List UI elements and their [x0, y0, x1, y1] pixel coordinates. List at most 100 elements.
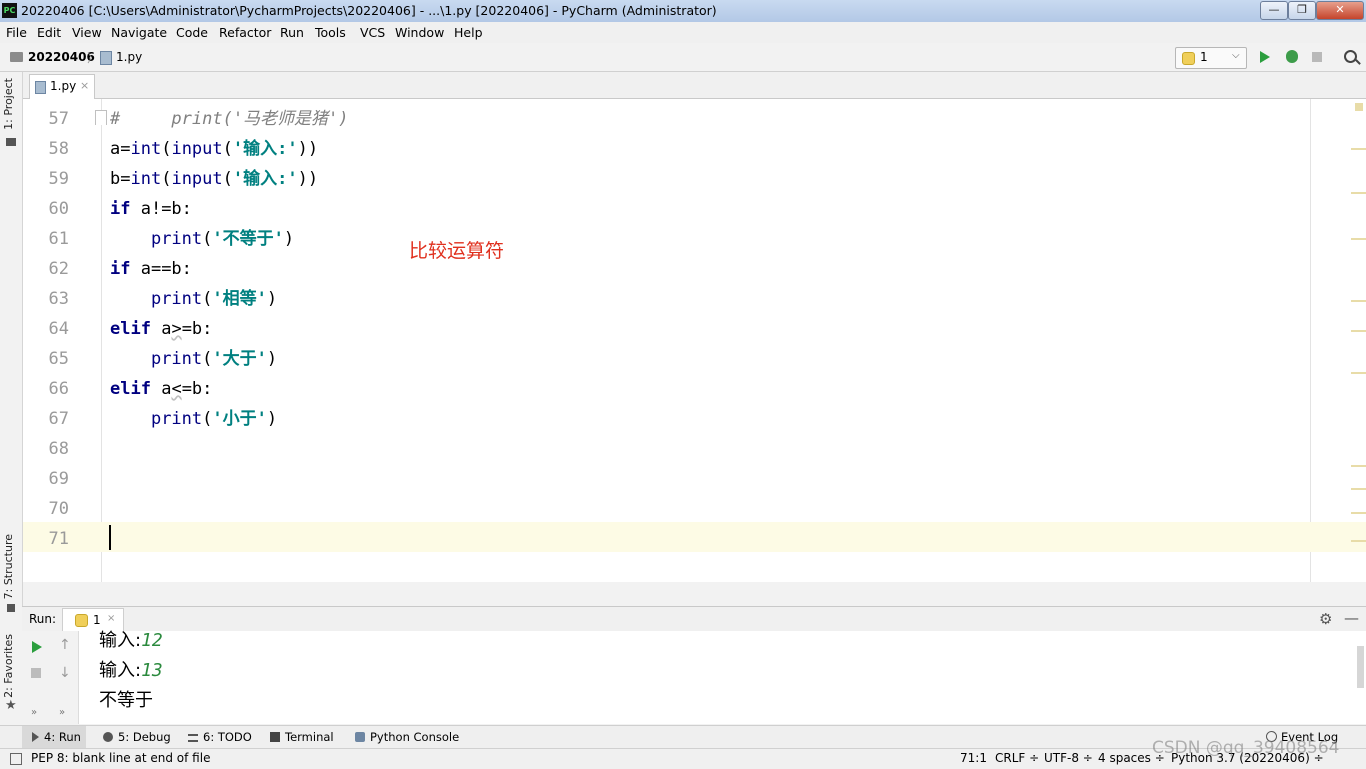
up-arrow-icon[interactable]: ↑ [59, 637, 71, 653]
code-token: ( [202, 289, 213, 309]
favorites-tool-tab[interactable]: 2: Favorites [2, 634, 15, 698]
code-token: print [150, 409, 203, 429]
gear-icon[interactable]: ⚙ [1319, 610, 1332, 628]
code-token: '相等' [212, 289, 267, 309]
folder-icon [10, 52, 23, 62]
tool-tab-todo[interactable]: 6: TODO [188, 726, 252, 748]
run-configuration-label: 1 [1200, 50, 1208, 64]
error-stripe-mark[interactable] [1351, 540, 1366, 542]
window-title: 20220406 [C:\Users\Administrator\Pycharm… [21, 3, 717, 18]
search-icon[interactable] [1344, 50, 1357, 63]
error-stripe-mark[interactable] [1351, 192, 1366, 194]
error-stripe-mark[interactable] [1351, 330, 1366, 332]
menu-view[interactable]: View [72, 25, 102, 40]
code-line: if a!=b: [110, 194, 192, 224]
tool-tab-debug[interactable]: 5: Debug [103, 726, 171, 748]
code-token: ( [202, 409, 213, 429]
menu-run[interactable]: Run [280, 25, 304, 40]
breadcrumb-file[interactable]: 1.py [116, 50, 142, 64]
project-tool-tab[interactable]: 1: Project [2, 78, 15, 130]
run-configuration-select[interactable]: 1 ⌵ [1175, 47, 1247, 69]
close-tab-icon[interactable]: × [80, 79, 89, 92]
code-line: if a==b: [110, 254, 192, 284]
run-toolbar-secondary: ↑ ↓ » [50, 631, 79, 724]
code-token: ( [202, 349, 213, 369]
rerun-icon[interactable] [32, 641, 42, 653]
tool-tab-run-label: 4: Run [44, 730, 81, 744]
line-number: 68 [48, 439, 69, 459]
code-token: > [171, 319, 182, 339]
line-number: 63 [48, 289, 69, 309]
code-token: '输入:' [232, 139, 298, 159]
run-icon [32, 732, 39, 742]
caret-position[interactable]: 71:1 [960, 751, 987, 765]
close-button[interactable]: ✕ [1316, 1, 1364, 20]
error-stripe-mark[interactable] [1351, 372, 1366, 374]
error-stripe-mark[interactable] [1351, 148, 1366, 150]
menu-tools[interactable]: Tools [315, 25, 346, 40]
menu-file[interactable]: File [6, 25, 27, 40]
run-panel-label: Run: [29, 612, 57, 626]
editor-tab-1py[interactable]: 1.py × [29, 74, 95, 99]
title-bar: PC 20220406 [C:\Users\Administrator\Pych… [0, 0, 1366, 23]
status-message: PEP 8: blank line at end of file [31, 751, 211, 765]
menu-code[interactable]: Code [176, 25, 208, 40]
more-actions-icon[interactable]: » [59, 707, 65, 718]
code-token: )) [297, 139, 319, 159]
menu-help[interactable]: Help [454, 25, 483, 40]
code-token: input [171, 169, 223, 189]
code-token: elif [110, 319, 151, 339]
error-stripe-mark[interactable] [1351, 488, 1366, 490]
down-arrow-icon[interactable]: ↓ [59, 665, 71, 681]
error-stripe-mark[interactable] [1351, 300, 1366, 302]
console-scrollbar[interactable] [1357, 646, 1364, 688]
menu-vcs[interactable]: VCS [360, 25, 385, 40]
error-stripe-mark[interactable] [1351, 465, 1366, 467]
code-token: =b: [181, 319, 213, 339]
debug-bug-icon[interactable] [1286, 50, 1298, 63]
error-stripe-mark[interactable] [1351, 512, 1366, 514]
code-token: if [110, 199, 131, 219]
project-folder-icon [6, 138, 16, 146]
close-tab-icon[interactable]: × [107, 613, 115, 624]
minimize-button[interactable]: — [1260, 1, 1288, 20]
tool-tab-todo-label: 6: TODO [203, 730, 252, 744]
stop-icon[interactable] [31, 668, 41, 678]
breadcrumb-project[interactable]: 20220406 [28, 50, 95, 64]
code-token: ( [202, 229, 213, 249]
terminal-icon [270, 732, 280, 742]
hide-panel-icon[interactable]: — [1344, 609, 1359, 627]
run-icon[interactable] [1260, 51, 1270, 63]
run-console-output[interactable]: 输入:12 输入:13 不等于 [79, 630, 1366, 724]
code-line: elif a>=b: [110, 314, 212, 344]
fold-marker-icon[interactable] [95, 110, 107, 125]
text-caret [109, 525, 111, 550]
structure-tool-tab[interactable]: 7: Structure [2, 534, 15, 599]
menu-refactor[interactable]: Refactor [219, 25, 271, 40]
error-stripe-mark[interactable] [1351, 238, 1366, 240]
line-number: 61 [48, 229, 69, 249]
toggle-tool-windows-icon[interactable] [10, 753, 22, 765]
tool-tab-terminal[interactable]: Terminal [270, 726, 334, 748]
code-token: int [130, 139, 162, 159]
python-file-icon [35, 81, 46, 94]
maximize-button[interactable]: ❐ [1288, 1, 1316, 20]
code-token: if [110, 259, 131, 279]
tool-tab-run[interactable]: 4: Run [22, 726, 86, 748]
line-separator[interactable]: CRLF ÷ [995, 751, 1039, 765]
menu-navigate[interactable]: Navigate [111, 25, 167, 40]
tool-tab-python-console[interactable]: Python Console [355, 726, 459, 748]
menu-window[interactable]: Window [395, 25, 444, 40]
console-prompt: 输入: [99, 630, 142, 651]
more-actions-icon[interactable]: » [31, 707, 37, 718]
code-token: ) [266, 289, 278, 309]
code-token: '小于' [212, 409, 267, 429]
run-tab-label: 1 [93, 613, 101, 627]
file-encoding[interactable]: UTF-8 ÷ [1044, 751, 1093, 765]
inspection-status-icon[interactable] [1355, 103, 1363, 111]
stop-icon[interactable] [1312, 52, 1322, 62]
menu-edit[interactable]: Edit [37, 25, 61, 40]
